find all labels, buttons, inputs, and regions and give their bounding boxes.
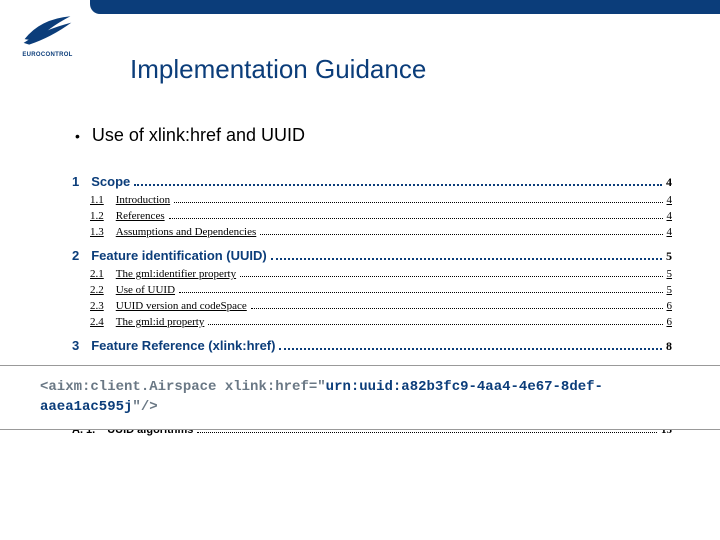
logo-icon xyxy=(20,10,75,50)
bullet-text: Use of xlink:href and UUID xyxy=(92,125,305,146)
toc-section-number: 2 xyxy=(72,248,79,263)
toc-section-number: 3 xyxy=(72,338,79,353)
toc-sub-label: Use of UUID xyxy=(116,284,175,296)
toc-page: 5 xyxy=(667,284,673,296)
code-value-prefix: urn:uuid: xyxy=(326,379,402,395)
toc-dots xyxy=(208,324,662,325)
toc-dots xyxy=(260,234,662,235)
toc-dots xyxy=(174,202,662,203)
toc-sub-number: 1.3 xyxy=(90,226,104,238)
logo-text: EUROCONTROL xyxy=(22,52,72,58)
toc-sub-item: 2.4 The gml:id property 6 xyxy=(90,316,672,328)
code-snippet: <aixm:client.Airspace xlink:href="urn:uu… xyxy=(0,365,720,430)
toc-page: 5 xyxy=(666,249,672,264)
code-attr: xlink:href= xyxy=(225,379,317,395)
code-quote: " xyxy=(317,379,325,395)
toc-section: 3 Feature Reference (xlink:href) 8 xyxy=(72,338,672,354)
toc-page: 6 xyxy=(667,300,673,312)
toc-sub-label: The gml:id property xyxy=(116,316,205,328)
toc-sub-item: 1.3 Assumptions and Dependencies 4 xyxy=(90,226,672,238)
toc-sub-item: 2.1 The gml:identifier property 5 xyxy=(90,268,672,280)
toc-sub-label: UUID version and codeSpace xyxy=(116,300,247,312)
toc-dots xyxy=(169,218,663,219)
toc-sub-number: 2.3 xyxy=(90,300,104,312)
toc-dots xyxy=(134,184,662,186)
toc-sub-number: 2.2 xyxy=(90,284,104,296)
toc-section-label: Scope xyxy=(91,174,130,189)
toc-sub-item: 1.1 Introduction 4 xyxy=(90,194,672,206)
toc-sub-label: Assumptions and Dependencies xyxy=(116,226,257,238)
toc-section: 2 Feature identification (UUID) 5 xyxy=(72,248,672,264)
code-close: "/> xyxy=(132,399,157,415)
toc-dots xyxy=(251,308,663,309)
toc-sub-label: Introduction xyxy=(116,194,170,206)
toc-sub-label: References xyxy=(116,210,165,222)
code-tag-open: <aixm:client.Airspace xyxy=(40,379,225,395)
bullet-list: • Use of xlink:href and UUID xyxy=(75,125,720,146)
toc-page: 6 xyxy=(667,316,673,328)
toc-page: 4 xyxy=(667,194,673,206)
toc-dots xyxy=(179,292,662,293)
toc-dots xyxy=(240,276,662,277)
toc-dots xyxy=(197,432,657,433)
toc-sub-number: 1.1 xyxy=(90,194,104,206)
toc-sub-item: 2.2 Use of UUID 5 xyxy=(90,284,672,296)
bullet-item: • Use of xlink:href and UUID xyxy=(75,125,720,146)
bullet-dot: • xyxy=(75,128,80,144)
page-title: Implementation Guidance xyxy=(130,54,720,85)
toc-page: 5 xyxy=(667,268,673,280)
toc-dots xyxy=(271,258,662,260)
toc-page: 4 xyxy=(666,175,672,190)
toc-sub-label: The gml:identifier property xyxy=(116,268,236,280)
toc-sub-number: 1.2 xyxy=(90,210,104,222)
toc-section-number: 1 xyxy=(72,174,79,189)
toc-sub-number: 2.4 xyxy=(90,316,104,328)
toc-section-label: Feature Reference (xlink:href) xyxy=(91,338,275,353)
toc-page: 4 xyxy=(667,226,673,238)
logo: EUROCONTROL xyxy=(20,10,75,58)
toc-sub-item: 2.3 UUID version and codeSpace 6 xyxy=(90,300,672,312)
toc-page: 4 xyxy=(667,210,673,222)
header-bar xyxy=(90,0,720,14)
toc-sub-item: 1.2 References 4 xyxy=(90,210,672,222)
toc-section-label: Feature identification (UUID) xyxy=(91,248,267,263)
toc-page: 8 xyxy=(666,339,672,354)
toc-sub-number: 2.1 xyxy=(90,268,104,280)
toc-section: 1 Scope 4 xyxy=(72,174,672,190)
toc-dots xyxy=(279,348,662,350)
